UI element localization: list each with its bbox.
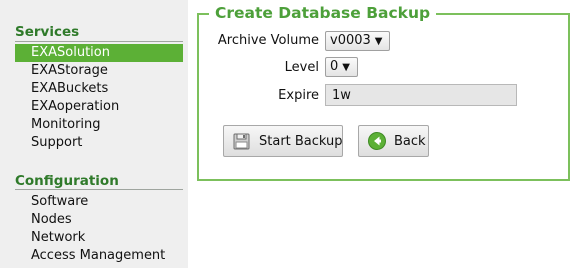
disk-backup-icon xyxy=(232,131,252,151)
sidebar-item-nodes[interactable]: Nodes xyxy=(15,211,183,229)
services-divider xyxy=(15,41,183,42)
sidebar-item-exastorage[interactable]: EXAStorage xyxy=(15,62,183,80)
level-select[interactable]: 0 ▼ xyxy=(325,57,358,77)
services-heading: Services xyxy=(15,24,80,40)
start-backup-label: Start Backup xyxy=(259,133,343,149)
expire-label: Expire xyxy=(278,88,319,103)
sidebar-item-exabuckets[interactable]: EXABuckets xyxy=(15,80,183,98)
sidebar-item-exaoperation[interactable]: EXAoperation xyxy=(15,98,183,116)
back-label: Back xyxy=(394,133,426,149)
level-label: Level xyxy=(284,60,319,75)
dropdown-arrow-icon: ▼ xyxy=(374,36,383,47)
archive-volume-value: v0003 xyxy=(330,33,371,48)
sidebar-item-monitoring[interactable]: Monitoring xyxy=(15,116,183,134)
sidebar-item-support[interactable]: Support xyxy=(15,134,183,152)
level-value: 0 xyxy=(330,59,339,74)
archive-volume-select[interactable]: v0003 ▼ xyxy=(325,31,390,51)
backup-page: Services EXASolution EXAStorage EXABucke… xyxy=(0,0,575,268)
sidebar-item-software[interactable]: Software xyxy=(15,193,183,211)
sidebar-item-access-management[interactable]: Access Management xyxy=(15,247,183,265)
start-backup-button[interactable]: Start Backup xyxy=(223,125,343,157)
configuration-heading: Configuration xyxy=(15,173,119,189)
sidebar-item-exasolution[interactable]: EXASolution xyxy=(15,44,183,62)
configuration-divider xyxy=(15,189,183,190)
sidebar: Services EXASolution EXAStorage EXABucke… xyxy=(0,0,188,268)
dropdown-arrow-icon: ▼ xyxy=(342,62,350,73)
sidebar-item-network[interactable]: Network xyxy=(15,229,183,247)
form-title: Create Database Backup xyxy=(209,4,437,22)
archive-volume-label: Archive Volume xyxy=(217,33,319,48)
expire-input[interactable] xyxy=(325,84,517,106)
green-back-arrow-icon xyxy=(367,131,387,151)
back-button[interactable]: Back xyxy=(358,125,429,157)
